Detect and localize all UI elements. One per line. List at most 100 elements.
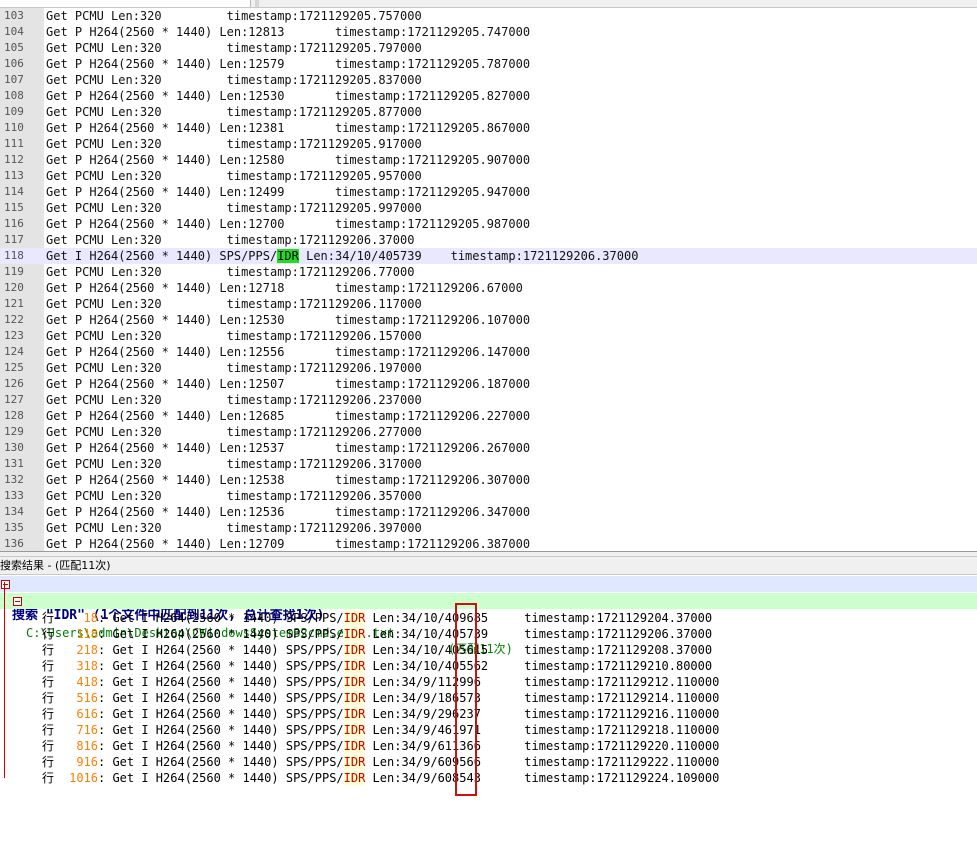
match-row[interactable]: 行 816: Get I H264(2560 * 1440) SPS/PPS/ID… <box>0 738 977 754</box>
editor-line[interactable]: 122 Get P H264(2560 * 1440) Len:12530 tim… <box>0 312 977 328</box>
row-label: 行 <box>42 627 55 641</box>
match-row[interactable]: 行 118: Get I H264(2560 * 1440) SPS/PPS/ID… <box>0 626 977 642</box>
editor-line[interactable]: 134 Get P H264(2560 * 1440) Len:12536 tim… <box>0 504 977 520</box>
editor-line[interactable]: 136 Get P H264(2560 * 1440) Len:12709 tim… <box>0 536 977 551</box>
editor-line[interactable]: 110 Get P H264(2560 * 1440) Len:12381 tim… <box>0 120 977 136</box>
line-number: 126 <box>4 377 24 390</box>
match-text-pre: : Get I H264(2560 * 1440) SPS/PPS/ <box>98 755 344 769</box>
match-keyword-highlight: IDR <box>343 707 366 721</box>
line-number: 129 <box>4 425 24 438</box>
match-line-number: 916 <box>76 755 98 769</box>
editor-line[interactable]: 104 Get P H264(2560 * 1440) Len:12813 tim… <box>0 24 977 40</box>
match-row[interactable]: 行 318: Get I H264(2560 * 1440) SPS/PPS/ID… <box>0 658 977 674</box>
line-text-pre: Get P H264(2560 * 1440) Len:12813 timest… <box>46 25 531 39</box>
match-row[interactable]: 行 418: Get I H264(2560 * 1440) SPS/PPS/ID… <box>0 674 977 690</box>
match-row[interactable]: 行 18: Get I H264(2560 * 1440) SPS/PPS/IDR… <box>0 610 977 626</box>
editor-line[interactable]: 119 Get PCMU Len:320 timestamp:1721129206… <box>0 264 977 280</box>
editor-line[interactable]: 113 Get PCMU Len:320 timestamp:1721129205… <box>0 168 977 184</box>
editor-line[interactable]: 124 Get P H264(2560 * 1440) Len:12556 tim… <box>0 344 977 360</box>
editor-line-current[interactable]: 118 Get I H264(2560 * 1440) SPS/PPS/IDR L… <box>0 248 977 264</box>
search-match-highlight: IDR <box>277 249 299 263</box>
line-text: Get P H264(2560 * 1440) Len:12381 timest… <box>46 120 530 136</box>
editor-line[interactable]: 120 Get P H264(2560 * 1440) Len:12718 tim… <box>0 280 977 296</box>
match-row[interactable]: 行 716: Get I H264(2560 * 1440) SPS/PPS/ID… <box>0 722 977 738</box>
file-tab[interactable] <box>0 0 251 7</box>
line-text: Get PCMU Len:320 timestamp:1721129206.31… <box>46 456 422 472</box>
editor-line[interactable]: 115 Get PCMU Len:320 timestamp:1721129205… <box>0 200 977 216</box>
search-results-panel[interactable]: 搜索 "IDR" (1个文件中匹配到11次, 总计查找1次) C:\Users\… <box>0 576 977 847</box>
match-row[interactable]: 行 516: Get I H264(2560 * 1440) SPS/PPS/ID… <box>0 690 977 706</box>
editor-line[interactable]: 127 Get PCMU Len:320 timestamp:1721129206… <box>0 392 977 408</box>
line-text: Get PCMU Len:320 timestamp:1721129206.37… <box>46 232 414 248</box>
editor-line[interactable]: 131 Get PCMU Len:320 timestamp:1721129206… <box>0 456 977 472</box>
line-text-pre: Get PCMU Len:320 timestamp:1721129206.11… <box>46 297 422 311</box>
editor-line[interactable]: 109 Get PCMU Len:320 timestamp:1721129205… <box>0 104 977 120</box>
match-text: : Get I H264(2560 * 1440) SPS/PPS/IDR Le… <box>98 674 719 690</box>
match-keyword-highlight: IDR <box>343 739 366 753</box>
editor-line[interactable]: 117 Get PCMU Len:320 timestamp:1721129206… <box>0 232 977 248</box>
editor-line[interactable]: 128 Get P H264(2560 * 1440) Len:12685 tim… <box>0 408 977 424</box>
match-text-pre: : Get I H264(2560 * 1440) SPS/PPS/ <box>98 675 344 689</box>
line-text: Get P H264(2560 * 1440) Len:12685 timest… <box>46 408 530 424</box>
line-text: Get P H264(2560 * 1440) Len:12556 timest… <box>46 344 530 360</box>
line-number: 124 <box>4 345 24 358</box>
editor-line[interactable]: 130 Get P H264(2560 * 1440) Len:12537 tim… <box>0 440 977 456</box>
file-result-row[interactable]: C:\Users\admin\Desktop\CWindowsSystem32c… <box>0 593 977 656</box>
editor-line[interactable]: 107 Get PCMU Len:320 timestamp:1721129205… <box>0 72 977 88</box>
line-number: 104 <box>4 25 24 38</box>
editor-line[interactable]: 129 Get PCMU Len:320 timestamp:1721129206… <box>0 424 977 440</box>
editor-line[interactable]: 106 Get P H264(2560 * 1440) Len:12579 tim… <box>0 56 977 72</box>
line-text: Get P H264(2560 * 1440) Len:12537 timest… <box>46 440 530 456</box>
line-text-pre: Get P H264(2560 * 1440) Len:12530 timest… <box>46 313 531 327</box>
line-text: Get P H264(2560 * 1440) Len:12538 timest… <box>46 472 530 488</box>
editor-line[interactable]: 121 Get PCMU Len:320 timestamp:1721129206… <box>0 296 977 312</box>
search-header-row[interactable]: 搜索 "IDR" (1个文件中匹配到11次, 总计查找1次) <box>0 576 977 623</box>
match-keyword-highlight: IDR <box>343 691 366 705</box>
line-number: 117 <box>4 233 24 246</box>
line-text: Get P H264(2560 * 1440) Len:12530 timest… <box>46 312 530 328</box>
line-number: 119 <box>4 265 24 278</box>
match-text-pre: : Get I H264(2560 * 1440) SPS/PPS/ <box>98 739 344 753</box>
match-text-post: Len:34/9/112996 timestamp:1721129212.110… <box>365 675 720 689</box>
editor-line[interactable]: 133 Get PCMU Len:320 timestamp:1721129206… <box>0 488 977 504</box>
line-number: 122 <box>4 313 24 326</box>
editor-line[interactable]: 112 Get P H264(2560 * 1440) Len:12580 tim… <box>0 152 977 168</box>
line-text: Get PCMU Len:320 timestamp:1721129206.35… <box>46 488 422 504</box>
editor-line[interactable]: 103 Get PCMU Len:320 timestamp:1721129205… <box>0 8 977 24</box>
line-text: Get PCMU Len:320 timestamp:1721129205.99… <box>46 200 422 216</box>
line-text-pre: Get P H264(2560 * 1440) Len:12579 timest… <box>46 57 531 71</box>
editor-pane[interactable]: 103 Get PCMU Len:320 timestamp:1721129205… <box>0 8 977 551</box>
collapse-icon[interactable] <box>13 597 22 606</box>
match-text-post: Len:34/9/296237 timestamp:1721129216.110… <box>365 707 720 721</box>
line-text-pre: Get P H264(2560 * 1440) Len:12530 timest… <box>46 89 531 103</box>
line-text: Get PCMU Len:320 timestamp:1721129206.15… <box>46 328 422 344</box>
editor-line[interactable]: 135 Get PCMU Len:320 timestamp:1721129206… <box>0 520 977 536</box>
line-text-pre: Get P H264(2560 * 1440) Len:12381 timest… <box>46 121 531 135</box>
editor-line[interactable]: 125 Get PCMU Len:320 timestamp:1721129206… <box>0 360 977 376</box>
line-number: 113 <box>4 169 24 182</box>
match-text: : Get I H264(2560 * 1440) SPS/PPS/IDR Le… <box>98 658 712 674</box>
row-label: 行 <box>42 771 55 785</box>
line-number: 123 <box>4 329 24 342</box>
editor-line[interactable]: 105 Get PCMU Len:320 timestamp:1721129205… <box>0 40 977 56</box>
editor-line[interactable]: 116 Get P H264(2560 * 1440) Len:12700 tim… <box>0 216 977 232</box>
editor-line[interactable]: 108 Get P H264(2560 * 1440) Len:12530 tim… <box>0 88 977 104</box>
match-row[interactable]: 行 1016: Get I H264(2560 * 1440) SPS/PPS/I… <box>0 770 977 786</box>
editor-line[interactable]: 132 Get P H264(2560 * 1440) Len:12538 tim… <box>0 472 977 488</box>
line-number: 110 <box>4 121 24 134</box>
editor-line[interactable]: 123 Get PCMU Len:320 timestamp:1721129206… <box>0 328 977 344</box>
line-number: 120 <box>4 281 24 294</box>
match-line-number: 616 <box>76 707 98 721</box>
line-text-pre: Get PCMU Len:320 timestamp:1721129206.77… <box>46 265 415 279</box>
collapse-icon[interactable] <box>1 580 10 589</box>
match-row[interactable]: 行 218: Get I H264(2560 * 1440) SPS/PPS/ID… <box>0 642 977 658</box>
editor-line[interactable]: 126 Get P H264(2560 * 1440) Len:12507 tim… <box>0 376 977 392</box>
editor-line[interactable]: 111 Get PCMU Len:320 timestamp:1721129205… <box>0 136 977 152</box>
line-text-pre: Get P H264(2560 * 1440) Len:12556 timest… <box>46 345 531 359</box>
editor-line[interactable]: 114 Get P H264(2560 * 1440) Len:12499 tim… <box>0 184 977 200</box>
match-keyword-highlight: IDR <box>343 723 366 737</box>
match-row[interactable]: 行 916: Get I H264(2560 * 1440) SPS/PPS/ID… <box>0 754 977 770</box>
line-number: 133 <box>4 489 24 502</box>
match-line-number: 516 <box>76 691 98 705</box>
match-row[interactable]: 行 616: Get I H264(2560 * 1440) SPS/PPS/ID… <box>0 706 977 722</box>
